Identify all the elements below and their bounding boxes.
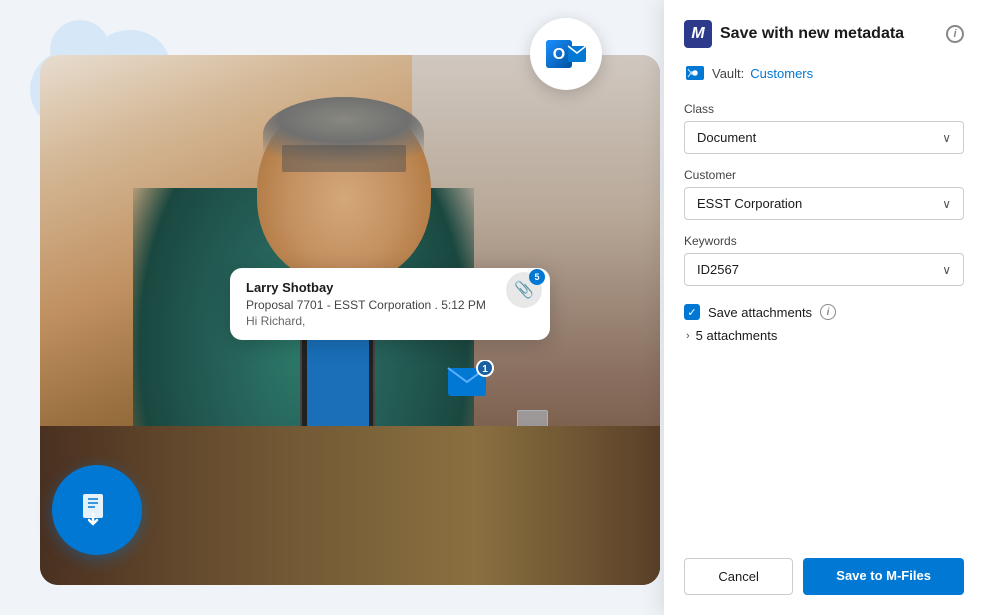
download-circle	[52, 465, 142, 555]
email-sender: Larry Shotbay	[246, 280, 534, 295]
keywords-field-group: Keywords ID2567 ∨	[684, 234, 964, 286]
keywords-label: Keywords	[684, 234, 964, 248]
class-field-group: Class Document ∨	[684, 102, 964, 154]
svg-text:1: 1	[482, 364, 488, 375]
button-row: Cancel Save to M-Files	[684, 558, 964, 595]
customer-chevron-icon: ∨	[942, 197, 951, 211]
customer-field-group: Customer ESST Corporation ∨	[684, 168, 964, 220]
attachments-count: 5 attachments	[696, 328, 778, 343]
right-panel: M Save with new metadata i Vault: Custom…	[664, 0, 984, 615]
attachments-info-icon[interactable]: i	[820, 304, 836, 320]
header-info-icon[interactable]: i	[946, 25, 964, 43]
keywords-select[interactable]: ID2567 ∨	[684, 253, 964, 286]
save-attachments-label: Save attachments	[708, 305, 812, 320]
cancel-button[interactable]: Cancel	[684, 558, 793, 595]
outlook-icon: O	[530, 18, 602, 90]
vault-link[interactable]: Customers	[750, 66, 813, 81]
paperclip-badge: 📎 5	[506, 272, 542, 308]
panel-header: M Save with new metadata i	[684, 20, 964, 48]
vault-icon	[684, 62, 706, 84]
envelope-badge: 1	[445, 360, 495, 400]
attachments-count-row[interactable]: › 5 attachments	[684, 328, 964, 343]
attachment-count-badge: 5	[529, 269, 545, 285]
customer-value: ESST Corporation	[697, 196, 802, 211]
left-content: O Larry Shotbay Proposal 7701 - ESST Cor…	[0, 0, 664, 615]
customer-label: Customer	[684, 168, 964, 182]
keywords-value: ID2567	[697, 262, 739, 277]
class-select[interactable]: Document ∨	[684, 121, 964, 154]
panel-title: Save with new metadata	[720, 25, 938, 43]
email-popup: Larry Shotbay Proposal 7701 - ESST Corpo…	[230, 268, 550, 340]
class-chevron-icon: ∨	[942, 131, 951, 145]
class-value: Document	[697, 130, 756, 145]
keywords-chevron-icon: ∨	[942, 263, 951, 277]
m-files-logo: M	[684, 20, 712, 48]
attachments-chevron-icon: ›	[686, 330, 690, 342]
email-subject: Proposal 7701 - ESST Corporation . 5:12 …	[246, 298, 534, 312]
vault-label: Vault:	[712, 66, 744, 81]
email-preview: Hi Richard,	[246, 314, 534, 328]
class-label: Class	[684, 102, 964, 116]
vault-row: Vault: Customers	[684, 62, 964, 84]
save-attachments-row: ✓ Save attachments i	[684, 304, 964, 320]
customer-select[interactable]: ESST Corporation ∨	[684, 187, 964, 220]
save-button[interactable]: Save to M-Files	[803, 558, 964, 595]
svg-text:O: O	[553, 46, 565, 63]
save-attachments-checkbox[interactable]: ✓	[684, 304, 700, 320]
